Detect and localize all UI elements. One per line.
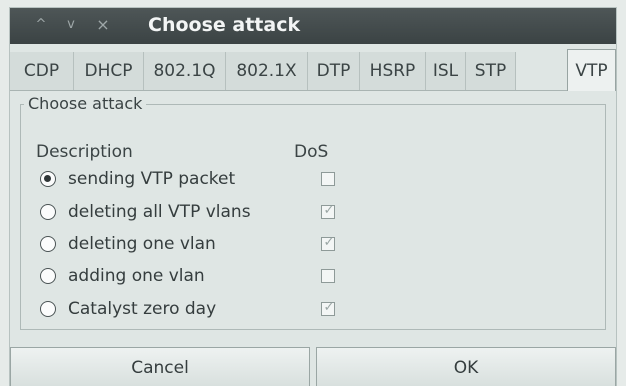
attack-option[interactable]: sending VTP packet (36, 167, 396, 191)
attack-option[interactable]: deleting all VTP vlans ✓ (36, 200, 396, 224)
radio-button[interactable] (40, 301, 56, 317)
window-title: Choose attack (148, 14, 301, 36)
dos-checkbox[interactable]: ✓ (321, 203, 335, 219)
chevron-down-icon[interactable]: v (62, 16, 80, 34)
title-bar: ^ v × Choose attack (10, 8, 616, 44)
tab-dtp[interactable]: DTP (308, 52, 360, 90)
tab-dhcp[interactable]: DHCP (74, 52, 144, 90)
tab-bar: CDP DHCP 802.1Q 802.1X DTP HSRP ISL STP … (10, 49, 616, 91)
dos-checkbox[interactable] (321, 172, 335, 186)
attack-label: Catalyst zero day (68, 299, 217, 319)
description-header: Description (36, 142, 133, 162)
cancel-button[interactable]: Cancel (10, 347, 310, 386)
dos-checkbox[interactable]: ✓ (321, 300, 335, 316)
check-icon: ✓ (323, 203, 335, 218)
radio-button[interactable] (40, 171, 56, 187)
close-icon[interactable]: × (94, 16, 112, 34)
attack-option[interactable]: Catalyst zero day ✓ (36, 297, 396, 321)
radio-button[interactable] (40, 204, 56, 220)
chevron-up-icon[interactable]: ^ (32, 16, 50, 34)
attack-label: adding one vlan (68, 266, 205, 286)
tab-802-1x[interactable]: 802.1X (226, 52, 308, 90)
ok-button[interactable]: OK (316, 347, 616, 386)
radio-button[interactable] (40, 236, 56, 252)
tab-isl[interactable]: ISL (426, 52, 466, 90)
radio-button[interactable] (40, 268, 56, 284)
attack-option[interactable]: deleting one vlan ✓ (36, 232, 396, 256)
tab-802-1q[interactable]: 802.1Q (144, 52, 226, 90)
tab-cdp[interactable]: CDP (10, 52, 74, 90)
check-icon: ✓ (323, 300, 335, 315)
dos-checkbox[interactable] (321, 269, 335, 283)
attack-option[interactable]: adding one vlan (36, 264, 396, 288)
attack-label: sending VTP packet (68, 169, 236, 189)
dos-checkbox[interactable]: ✓ (321, 235, 335, 251)
tab-stp[interactable]: STP (466, 52, 516, 90)
attack-label: deleting one vlan (68, 234, 216, 254)
group-title: Choose attack (24, 94, 147, 113)
check-icon: ✓ (323, 235, 335, 250)
choose-attack-dialog: ^ v × Choose attack CDP DHCP 802.1Q 802.… (10, 8, 616, 386)
attack-label: deleting all VTP vlans (68, 202, 251, 222)
tab-hsrp[interactable]: HSRP (360, 52, 426, 90)
dos-header: DoS (294, 142, 329, 162)
tab-vtp[interactable]: VTP (567, 49, 616, 91)
